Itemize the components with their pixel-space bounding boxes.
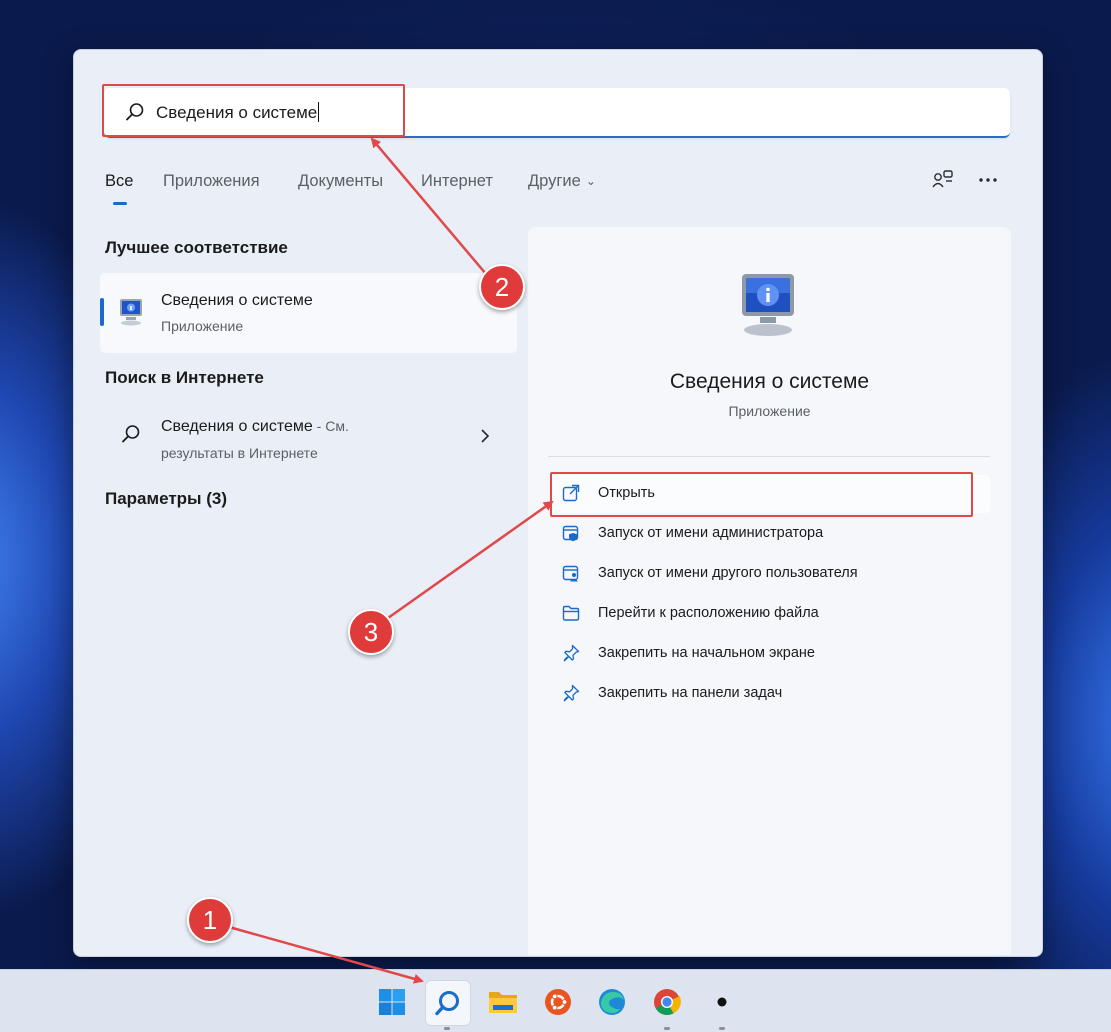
running-indicator xyxy=(664,1027,670,1030)
divider xyxy=(548,456,990,457)
file-explorer-icon xyxy=(489,992,517,1013)
taskbar xyxy=(0,969,1111,1032)
tab-other[interactable]: Другие ⌄ xyxy=(528,172,596,191)
settings-heading[interactable]: Параметры (3) xyxy=(105,489,227,509)
best-match-card[interactable]: Сведения о системе Приложение xyxy=(100,273,517,353)
search-icon xyxy=(435,991,459,1016)
best-match-heading: Лучшее соответствие xyxy=(105,238,288,257)
pin-to-start-action[interactable]: Закрепить на начальном экране xyxy=(550,635,990,673)
app-detail-pane: Сведения о системе Приложение Открыть За… xyxy=(528,227,1011,955)
account-switch-icon[interactable] xyxy=(931,168,955,192)
web-result-suffix: - См. xyxy=(312,418,349,434)
terminal-icon xyxy=(717,997,727,1007)
web-search-heading: Поиск в Интернете xyxy=(105,368,264,387)
tab-documents[interactable]: Документы xyxy=(298,172,383,191)
run-as-user-icon xyxy=(562,565,579,582)
tab-all[interactable]: Все xyxy=(105,172,133,191)
run-as-admin-icon xyxy=(562,525,579,542)
folder-icon xyxy=(562,605,580,621)
pin-icon xyxy=(563,684,580,702)
annotation-badge-3: 3 xyxy=(348,609,394,655)
taskbar-search-button[interactable] xyxy=(425,980,471,1026)
search-icon xyxy=(122,425,140,443)
tab-internet[interactable]: Интернет xyxy=(421,172,493,191)
ubuntu-button[interactable] xyxy=(536,980,580,1024)
edge-icon xyxy=(599,989,625,1015)
annotation-badge-2: 2 xyxy=(479,264,525,310)
open-file-location-action[interactable]: Перейти к расположению файла xyxy=(550,595,990,633)
run-as-other-user-label: Запуск от имени другого пользователя xyxy=(598,565,858,581)
web-search-result[interactable]: Сведения о системе - См. результаты в Ин… xyxy=(100,405,517,465)
pin-to-taskbar-action[interactable]: Закрепить на панели задач xyxy=(550,675,990,713)
file-explorer-button[interactable] xyxy=(481,980,525,1024)
tab-apps[interactable]: Приложения xyxy=(163,172,260,191)
ubuntu-icon xyxy=(545,989,571,1015)
run-as-admin-label: Запуск от имени администратора xyxy=(598,525,824,541)
run-as-other-user-action[interactable]: Запуск от имени другого пользователя xyxy=(550,555,990,593)
annotation-badge-1: 1 xyxy=(187,897,233,943)
detail-app-subtitle: Приложение xyxy=(728,403,811,419)
pin-to-taskbar-label: Закрепить на панели задач xyxy=(598,685,783,701)
running-indicator xyxy=(444,1027,450,1030)
more-options-icon[interactable] xyxy=(976,168,1000,192)
run-as-admin-action[interactable]: Запуск от имени администратора xyxy=(550,515,990,553)
windows-start-icon xyxy=(379,989,405,1015)
chevron-down-icon: ⌄ xyxy=(585,174,596,188)
chrome-icon xyxy=(654,989,681,1016)
tab-other-label: Другие xyxy=(528,172,581,190)
web-result-title-line: Сведения о системе - См. xyxy=(161,418,349,436)
terminal-button[interactable] xyxy=(700,980,744,1024)
web-result-title: Сведения о системе xyxy=(161,418,313,435)
pin-icon xyxy=(563,644,580,662)
best-match-subtitle: Приложение xyxy=(161,318,244,334)
chevron-right-icon xyxy=(481,429,490,443)
selection-indicator xyxy=(100,298,104,326)
active-tab-indicator xyxy=(113,202,127,205)
open-file-location-label: Перейти к расположению файла xyxy=(598,605,819,621)
chrome-button[interactable] xyxy=(645,980,689,1024)
pin-to-start-label: Закрепить на начальном экране xyxy=(598,645,815,661)
running-indicator xyxy=(719,1027,725,1030)
start-button[interactable] xyxy=(370,980,414,1024)
detail-app-title: Сведения о системе xyxy=(669,370,870,393)
system-info-large-icon xyxy=(742,274,794,336)
system-info-icon xyxy=(120,299,142,326)
web-result-subtitle: результаты в Интернете xyxy=(161,445,318,461)
annotation-box-search xyxy=(102,84,405,137)
best-match-title: Сведения о системе xyxy=(161,292,313,309)
edge-button[interactable] xyxy=(590,980,634,1024)
annotation-box-open xyxy=(550,472,973,517)
